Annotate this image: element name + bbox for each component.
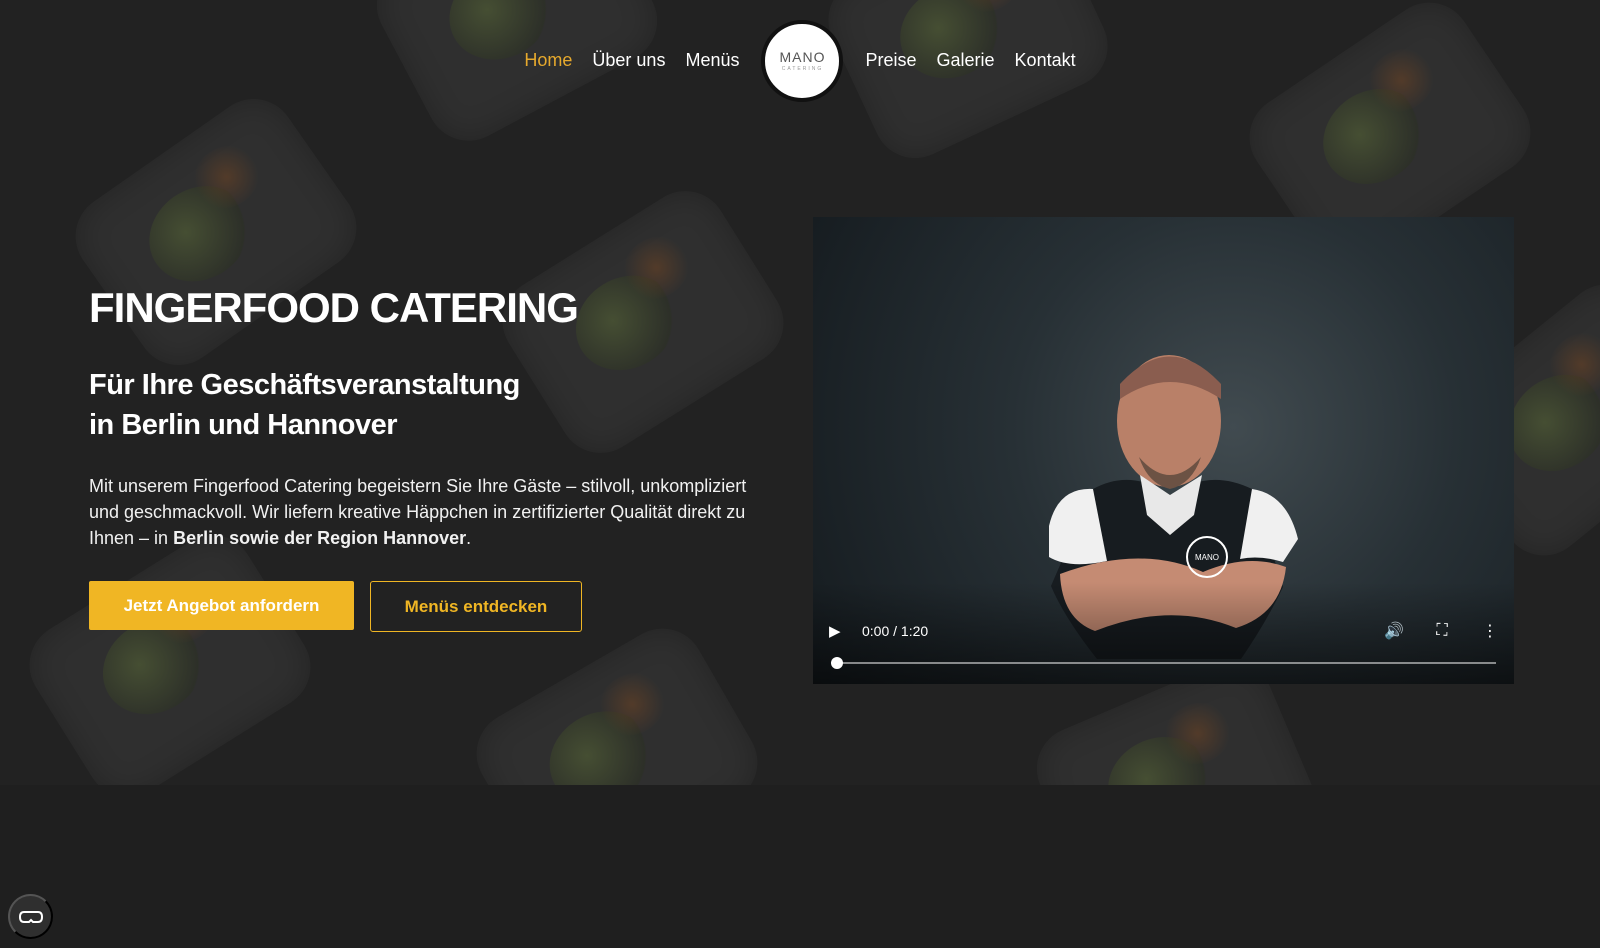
logo-subtext: CATERING: [781, 65, 824, 72]
hero-subtitle-line-1: Für Ihre Geschäftsveranstaltung: [89, 369, 520, 402]
hero-content: FINGERFOOD CATERING Für Ihre Geschäftsve…: [89, 284, 779, 633]
discover-menus-button[interactable]: Menüs entdecken: [370, 581, 582, 633]
hero-subtitle-line-2: in Berlin und Hannover: [89, 409, 398, 442]
request-offer-button[interactable]: Jetzt Angebot anfordern: [89, 581, 354, 631]
video-controls: ▶ 0:00 / 1:20 🔊 ⛶ ⋮: [813, 582, 1514, 684]
catering-video-player[interactable]: MANO ▶ 0:00 / 1:20 🔊 ⛶ ⋮: [813, 217, 1514, 684]
volume-icon[interactable]: 🔊: [1383, 620, 1405, 642]
nav-home-link[interactable]: Home: [524, 50, 572, 71]
privacy-glasses-icon: [18, 910, 43, 923]
nav-left-group: Home Über uns Menüs: [524, 50, 739, 71]
food-plate-image: [461, 613, 773, 785]
more-vertical-icon[interactable]: ⋮: [1479, 620, 1501, 642]
svg-text:MANO: MANO: [1195, 553, 1219, 562]
nav-gallery-link[interactable]: Galerie: [937, 50, 995, 71]
video-progress-bar[interactable]: [831, 657, 1496, 669]
hero-description: Mit unserem Fingerfood Catering begeiste…: [89, 473, 779, 551]
logo-text: MANO: [779, 48, 826, 65]
privacy-settings-icon[interactable]: [8, 894, 53, 939]
mano-catering-logo[interactable]: MANO CATERING: [761, 19, 844, 102]
nav-menus-link[interactable]: Menüs: [685, 50, 739, 71]
video-time: 0:00 / 1:20: [862, 623, 929, 639]
nav-contact-link[interactable]: Kontakt: [1015, 50, 1076, 71]
fullscreen-icon[interactable]: ⛶: [1431, 620, 1453, 642]
video-progress-handle[interactable]: [831, 657, 843, 669]
hero-button-row: Jetzt Angebot anfordern Menüs entdecken: [89, 581, 779, 633]
nav-prices-link[interactable]: Preise: [865, 50, 916, 71]
play-icon[interactable]: ▶: [829, 623, 845, 641]
hero-title: FINGERFOOD CATERING: [89, 284, 579, 331]
nav-right-group: Preise Galerie Kontakt: [865, 50, 1075, 71]
hero-description-highlight: Berlin sowie der Region Hannover: [173, 528, 467, 549]
hero-description-end: .: [466, 528, 472, 549]
hero-subtitle: Für Ihre Geschäftsveranstaltung in Berli…: [89, 365, 779, 445]
nav-about-link[interactable]: Über uns: [592, 50, 665, 71]
main-navigation: Home Über uns Menüs MANO CATERING Preise…: [0, 18, 1600, 103]
